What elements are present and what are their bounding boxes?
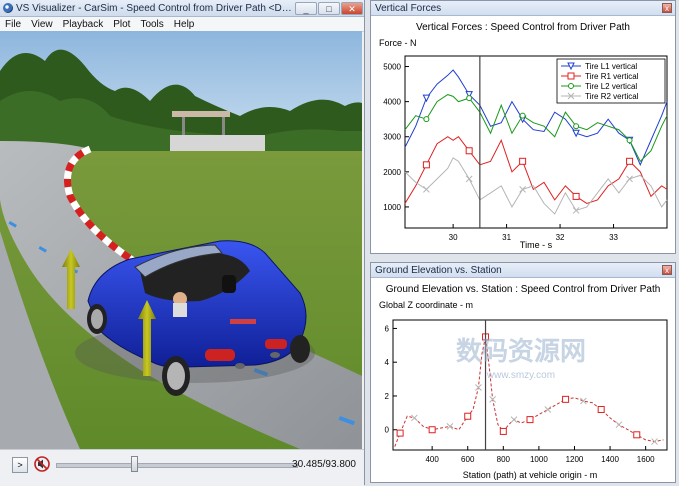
timeline-slider-thumb[interactable] <box>130 456 138 472</box>
time-readout: 30.485/93.800 <box>292 459 356 470</box>
data-point <box>464 412 472 420</box>
minimize-button[interactable]: _ <box>295 1 317 15</box>
ground-elevation-window: Ground Elevation vs. Station x Ground El… <box>370 262 676 483</box>
vertical-forces-titlebar[interactable]: Vertical Forces x <box>371 1 675 16</box>
y-tick-label: 5000 <box>383 63 401 72</box>
menu-view[interactable]: View <box>26 19 58 30</box>
x-axis-label: Time - s <box>520 240 553 250</box>
x-tick-label: 31 <box>502 233 511 242</box>
menu-playback[interactable]: Playback <box>58 19 109 30</box>
maximize-button[interactable]: □ <box>318 1 340 15</box>
y-tick-label: 2000 <box>383 168 401 177</box>
legend-marker <box>567 72 575 80</box>
legend-marker <box>568 83 574 89</box>
x-tick-label: 1000 <box>530 455 548 464</box>
data-point <box>396 429 404 437</box>
y-tick-label: 6 <box>385 324 390 333</box>
panel-title: Ground Elevation vs. Station <box>375 264 502 276</box>
y-axis-label: Force - N <box>379 38 417 48</box>
menu-file[interactable]: File <box>0 19 26 30</box>
menu-help[interactable]: Help <box>169 19 200 30</box>
visualizer-window: VS Visualizer - CarSim - Speed Control f… <box>0 0 365 486</box>
chart-title: Vertical Forces : Speed Control from Dri… <box>416 22 630 33</box>
timeline-slider[interactable] <box>56 463 298 468</box>
legend-label: Tire R2 vertical <box>585 92 639 101</box>
y-tick-label: 1000 <box>383 203 401 212</box>
menu-plot[interactable]: Plot <box>108 19 135 30</box>
x-tick-label: 30 <box>449 233 458 242</box>
y-tick-label: 2 <box>385 392 390 401</box>
close-icon[interactable]: x <box>662 265 672 275</box>
window-title: VS Visualizer - CarSim - Speed Control f… <box>16 2 295 14</box>
data-point <box>423 116 430 123</box>
menu-tools[interactable]: Tools <box>135 19 168 30</box>
data-point <box>519 157 527 165</box>
data-point <box>465 147 473 155</box>
data-point <box>466 95 473 102</box>
y-axis-label: Global Z coordinate - m <box>379 300 473 310</box>
data-point <box>597 405 605 413</box>
x-tick-label: 33 <box>609 233 618 242</box>
data-point <box>562 395 570 403</box>
data-point <box>519 112 526 119</box>
ground-elevation-titlebar[interactable]: Ground Elevation vs. Station x <box>371 263 675 278</box>
vertical-forces-plot[interactable]: Vertical Forces : Speed Control from Dri… <box>371 16 675 254</box>
y-tick-label: 3000 <box>383 133 401 142</box>
y-tick-label: 4 <box>385 358 390 367</box>
panel-title: Vertical Forces <box>375 2 442 14</box>
legend-label: Tire L2 vertical <box>585 82 637 91</box>
x-tick-label: 32 <box>556 233 565 242</box>
menu-bar: File View Playback Plot Tools Help <box>0 17 364 32</box>
x-tick-label: 400 <box>425 455 439 464</box>
data-point <box>573 123 580 130</box>
x-tick-label: 1200 <box>566 455 584 464</box>
data-point <box>626 137 633 144</box>
watermark-url: www.smzy.com <box>486 370 555 381</box>
speaker-muted-icon[interactable] <box>34 456 50 472</box>
ground-elevation-plot[interactable]: Ground Elevation vs. Station : Speed Con… <box>371 278 675 483</box>
data-point <box>422 161 430 169</box>
play-button[interactable]: > <box>12 457 28 473</box>
app-logo-icon <box>3 3 13 13</box>
vertical-forces-window: Vertical Forces x Vertical Forces : Spee… <box>370 0 676 254</box>
y-tick-label: 0 <box>385 426 390 435</box>
x-tick-label: 1600 <box>637 455 655 464</box>
data-point <box>626 157 634 165</box>
legend-label: Tire R1 vertical <box>585 72 639 81</box>
data-point <box>633 431 641 439</box>
close-button[interactable]: ✕ <box>341 1 363 15</box>
data-point <box>572 192 580 200</box>
close-icon[interactable]: x <box>662 3 672 13</box>
legend-label: Tire L1 vertical <box>585 62 637 71</box>
data-point <box>499 427 507 435</box>
playback-bar: > 30.485/93.800 <box>0 449 364 486</box>
y-tick-label: 4000 <box>383 98 401 107</box>
x-tick-label: 1400 <box>601 455 619 464</box>
x-axis-label: Station (path) at vehicle origin - m <box>463 470 598 480</box>
animation-viewport[interactable] <box>0 31 362 449</box>
data-point <box>526 416 534 424</box>
visualizer-titlebar[interactable]: VS Visualizer - CarSim - Speed Control f… <box>0 0 364 17</box>
chart-title: Ground Elevation vs. Station : Speed Con… <box>386 284 661 295</box>
x-tick-label: 800 <box>497 455 511 464</box>
watermark-text: 数码资源网 <box>456 336 586 366</box>
scene-render <box>0 31 362 449</box>
data-point <box>428 426 436 434</box>
x-tick-label: 600 <box>461 455 475 464</box>
